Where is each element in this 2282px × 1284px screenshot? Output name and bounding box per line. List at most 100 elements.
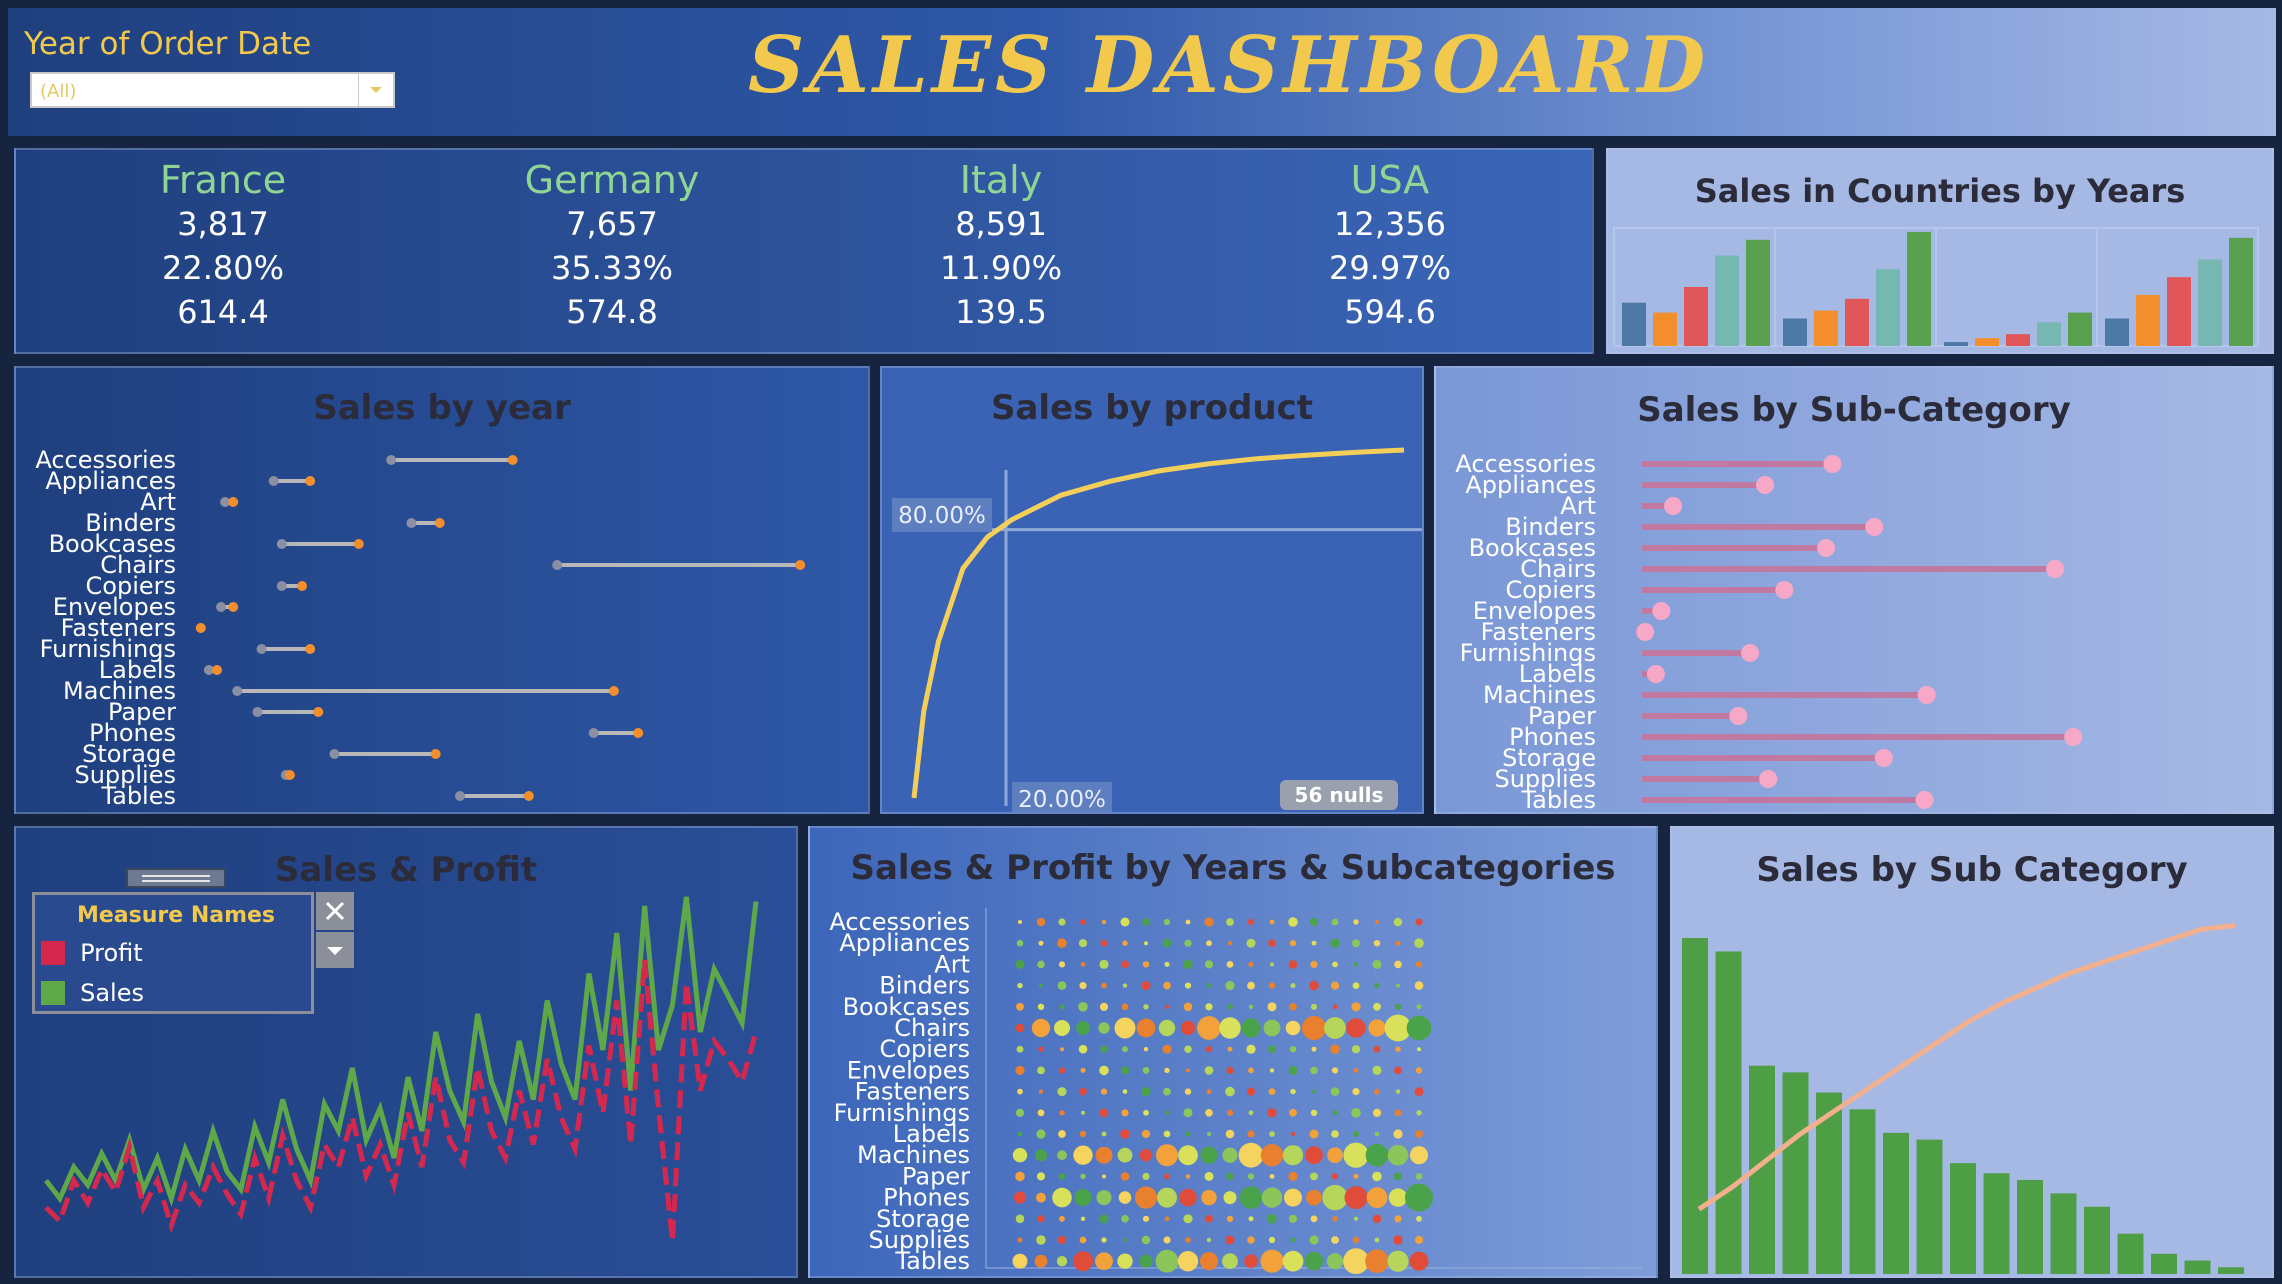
year-filter-dropdown[interactable]: (All) [30, 72, 395, 108]
bubble [1351, 1045, 1361, 1054]
bubble [1164, 1110, 1170, 1115]
bar [2136, 294, 2160, 346]
legend-menu-chevron-icon[interactable] [316, 932, 354, 968]
bubble [1134, 1186, 1158, 1209]
bubble [1268, 982, 1276, 989]
bubble [1120, 1066, 1130, 1075]
bubble [1332, 1004, 1338, 1010]
bubble [1141, 1087, 1151, 1097]
start-dot [552, 560, 563, 570]
sales-by-year-panel: Sales by year Accessories Appliances Art Bi… [14, 366, 870, 814]
bubble [1225, 1086, 1235, 1097]
bubble [1248, 1067, 1254, 1074]
bubble [1178, 1145, 1198, 1166]
bubble [1183, 1002, 1193, 1012]
bubble [1101, 1131, 1107, 1137]
bubble [1123, 1238, 1127, 1242]
bubble [1121, 960, 1129, 969]
bubble [1322, 1184, 1348, 1211]
close-icon[interactable] [316, 892, 354, 930]
kpi-italy: Italy 8,591 11.90% 139.5 [851, 158, 1151, 334]
bubble [1162, 938, 1172, 948]
bubble [1052, 1187, 1072, 1208]
bar [1916, 1139, 1943, 1274]
bar [1684, 287, 1708, 346]
bubble [1015, 1108, 1025, 1117]
bubble [1037, 1109, 1045, 1117]
bubble [1035, 1149, 1047, 1162]
start-dot [455, 791, 465, 801]
bar [1715, 951, 1742, 1274]
start-dot [329, 749, 340, 759]
bubble [1288, 1171, 1298, 1181]
lollipop-dot [1915, 791, 1934, 809]
bubble [1288, 1214, 1298, 1223]
bubble [1018, 920, 1022, 924]
bubble [1015, 1065, 1025, 1075]
bubble [1343, 1248, 1369, 1275]
bubble [1269, 1068, 1275, 1073]
bubble [1374, 1088, 1380, 1095]
bubble [1036, 1235, 1046, 1245]
bubble [1139, 1149, 1153, 1162]
bubble [1285, 1020, 1301, 1036]
bubble [1037, 1003, 1045, 1010]
bubble [1015, 1171, 1025, 1182]
bar [1783, 318, 1807, 346]
bubble [1141, 1235, 1151, 1245]
bubble [1248, 1216, 1254, 1222]
bubble [1331, 1173, 1339, 1180]
legend-drag-handle[interactable] [126, 868, 226, 888]
chevron-down-icon[interactable] [358, 74, 393, 106]
page-title: SALES DASHBOARD [748, 20, 1710, 111]
bubble [1184, 939, 1192, 947]
bubble [1120, 917, 1130, 927]
bubble [1222, 1253, 1238, 1270]
bubble [1185, 1174, 1191, 1179]
bubble [1331, 918, 1339, 926]
bar [1622, 302, 1646, 346]
category-label: Tables [100, 782, 176, 810]
bubble [1331, 1130, 1339, 1138]
bubble [1351, 1108, 1361, 1118]
bubble [1017, 1088, 1023, 1095]
bar [2037, 322, 2061, 346]
bubble [1219, 1017, 1241, 1039]
end-dot [305, 476, 316, 486]
start-dot [406, 518, 417, 528]
kpi-country: Italy [959, 158, 1043, 202]
kpi-germany: Germany 7,657 35.33% 574.8 [462, 158, 762, 334]
lollipop-dot [1652, 602, 1671, 620]
bubble [1157, 1187, 1177, 1208]
bubble [1269, 919, 1275, 925]
bubble [1163, 1087, 1171, 1096]
bubble [1060, 1047, 1064, 1052]
nulls-badge: 56 nulls [1295, 783, 1384, 807]
bubble [1269, 1174, 1275, 1179]
bubble [1394, 1066, 1402, 1075]
legend-item-profit[interactable]: Profit [41, 939, 143, 967]
bubble [1268, 1045, 1276, 1054]
bubble [1101, 919, 1107, 925]
bubble [1290, 1088, 1296, 1095]
bar [1715, 255, 1739, 346]
bubble [1246, 1087, 1256, 1096]
lollipop-dot [1823, 455, 1842, 473]
bubble [1239, 1186, 1263, 1209]
bubble [1330, 938, 1340, 948]
kpi-percent: 22.80% [161, 249, 284, 287]
bar [1950, 1163, 1976, 1274]
countries-by-years-chart [1613, 227, 2259, 347]
bubble [1073, 1251, 1093, 1272]
filter-value: (All) [40, 81, 77, 102]
start-dot [386, 455, 397, 465]
bubble [1204, 1171, 1214, 1181]
bubble [1226, 1109, 1234, 1116]
bubble [1414, 981, 1424, 990]
end-dot [523, 791, 534, 801]
bubble [1366, 1187, 1388, 1208]
bubble [1164, 1067, 1170, 1074]
bubble [1373, 1045, 1381, 1053]
legend-item-sales[interactable]: Sales [41, 979, 144, 1007]
bubble [1353, 962, 1359, 967]
